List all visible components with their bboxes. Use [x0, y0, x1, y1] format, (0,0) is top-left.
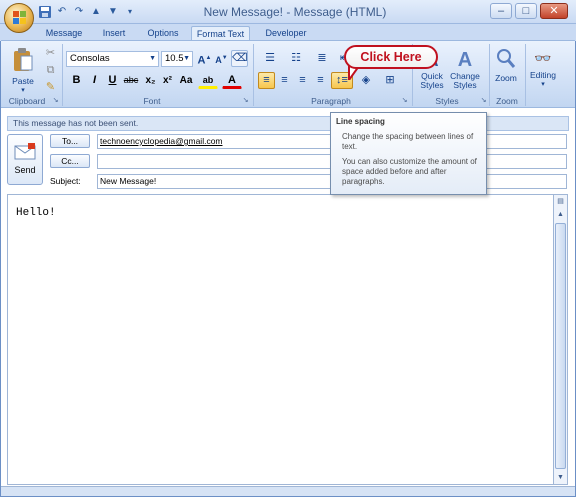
- tooltip-description: Change the spacing between lines of text…: [342, 132, 474, 151]
- scroll-up-icon[interactable]: ▲: [555, 209, 566, 221]
- editing-button[interactable]: 👓 Editing ▾: [527, 45, 559, 93]
- window-title: New Message! - Message (HTML): [203, 5, 387, 19]
- subject-label: Subject:: [50, 176, 81, 186]
- paste-dropdown-icon: ▾: [21, 87, 25, 94]
- cc-button[interactable]: Cc...: [50, 154, 90, 168]
- tab-insert[interactable]: Insert: [96, 26, 132, 41]
- send-button[interactable]: Send: [7, 134, 43, 185]
- scroll-thumb[interactable]: [555, 223, 566, 469]
- up-arrow-icon[interactable]: ▲: [89, 5, 103, 19]
- send-label: Send: [14, 165, 36, 175]
- redo-icon[interactable]: ↷: [72, 5, 86, 19]
- tooltip-title: Line spacing: [336, 117, 385, 126]
- underline-button[interactable]: U: [104, 72, 121, 89]
- paragraph-group-label: Paragraph: [311, 96, 351, 106]
- paste-label: Paste: [12, 76, 34, 86]
- to-button[interactable]: To...: [50, 134, 90, 148]
- font-launcher-icon[interactable]: ↘: [241, 97, 250, 106]
- font-size-combo[interactable]: 10.5 ▼: [161, 51, 193, 67]
- subscript-button[interactable]: x₂: [142, 72, 159, 89]
- chevron-down-icon: ▼: [149, 55, 156, 62]
- office-logo-icon: [13, 11, 26, 25]
- clipboard-icon: [14, 48, 33, 71]
- borders-icon[interactable]: ⊞: [380, 72, 400, 89]
- change-styles-button[interactable]: A Change Styles: [449, 45, 481, 93]
- vertical-scrollbar[interactable]: ▤ ▲ ▼: [553, 194, 568, 485]
- justify-icon[interactable]: ≡: [312, 72, 329, 89]
- cut-icon[interactable]: ✂: [42, 45, 59, 62]
- font-size-value: 10.5: [165, 53, 184, 64]
- tab-message[interactable]: Message: [44, 26, 84, 41]
- shrink-font-button[interactable]: A▼: [213, 50, 230, 67]
- change-styles-icon: A: [457, 49, 473, 71]
- numbering-icon[interactable]: ☷: [284, 50, 308, 67]
- down-arrow-icon[interactable]: ▼: [106, 5, 120, 19]
- zoom-button[interactable]: Zoom: [492, 45, 520, 93]
- superscript-button[interactable]: x²: [159, 72, 176, 89]
- styles-group-label: Styles: [435, 96, 459, 106]
- tooltip-detail: You can also customize the amount of spa…: [342, 157, 477, 186]
- font-family-combo[interactable]: Consolas ▼: [66, 51, 159, 67]
- font-family-value: Consolas: [70, 53, 110, 64]
- paragraph-launcher-icon[interactable]: ↘: [400, 97, 409, 106]
- font-color-button[interactable]: A: [222, 72, 242, 89]
- change-case-button[interactable]: Aa: [176, 72, 196, 89]
- close-button[interactable]: ✕: [540, 3, 568, 19]
- chevron-down-icon: ▼: [183, 55, 190, 62]
- envelope-icon: [14, 143, 36, 160]
- zoom-group-label: Zoom: [496, 96, 518, 106]
- align-right-icon[interactable]: ≡: [294, 72, 311, 89]
- grow-font-label: A: [197, 54, 206, 67]
- office-button[interactable]: [4, 3, 34, 33]
- binoculars-icon: 👓: [534, 50, 552, 66]
- undo-icon[interactable]: ↶: [55, 5, 69, 19]
- chevron-down-icon: ▾: [541, 81, 545, 88]
- zoom-label: Zoom: [495, 73, 517, 83]
- multilevel-list-icon[interactable]: ≣: [310, 50, 334, 67]
- align-center-icon[interactable]: ≡: [276, 72, 293, 89]
- tab-format-text[interactable]: Format Text: [191, 26, 250, 41]
- styles-launcher-icon[interactable]: ↘: [479, 97, 488, 106]
- magnifier-icon: [497, 49, 516, 68]
- format-painter-icon[interactable]: ✎: [42, 79, 59, 96]
- change-styles-label: Change Styles: [450, 71, 480, 90]
- editing-label: Editing: [530, 70, 556, 80]
- minimize-button[interactable]: –: [490, 3, 512, 19]
- clear-formatting-icon[interactable]: ⌫: [231, 50, 248, 67]
- highlight-button[interactable]: ab: [198, 72, 218, 89]
- tab-options[interactable]: Options: [143, 26, 183, 41]
- copy-icon[interactable]: ⧉: [42, 62, 59, 79]
- customize-icon[interactable]: ▾: [123, 5, 137, 19]
- grow-font-button[interactable]: A▲: [196, 50, 213, 67]
- save-icon[interactable]: [38, 5, 52, 19]
- message-body-editor[interactable]: [7, 194, 553, 485]
- group-separator: [253, 44, 254, 106]
- paste-button[interactable]: Paste ▾: [8, 45, 38, 94]
- tab-developer[interactable]: Developer: [260, 26, 312, 41]
- italic-button[interactable]: I: [86, 72, 103, 89]
- maximize-button[interactable]: □: [515, 3, 537, 19]
- strikethrough-button[interactable]: abc: [121, 72, 141, 89]
- bold-button[interactable]: B: [68, 72, 85, 89]
- quick-access-toolbar: ↶ ↷ ▲ ▼ ▾: [38, 4, 137, 20]
- scroll-down-icon[interactable]: ▼: [555, 472, 566, 484]
- clipboard-launcher-icon[interactable]: ↘: [51, 97, 60, 106]
- line-spacing-tooltip: Line spacing Change the spacing between …: [330, 112, 487, 195]
- ruler-toggle-icon[interactable]: ▤: [555, 196, 566, 208]
- group-separator: [525, 44, 526, 106]
- align-left-icon[interactable]: ≡: [258, 72, 275, 89]
- quick-styles-label: Quick Styles: [420, 71, 444, 90]
- font-group-label: Font: [143, 96, 161, 106]
- bullets-icon[interactable]: ☰: [258, 50, 282, 67]
- group-separator: [62, 44, 63, 106]
- message-body-text[interactable]: Hello!: [16, 207, 56, 219]
- clipboard-group-label: Clipboard: [8, 96, 46, 106]
- click-here-callout: Click Here: [344, 45, 438, 69]
- status-strip: [1, 486, 575, 496]
